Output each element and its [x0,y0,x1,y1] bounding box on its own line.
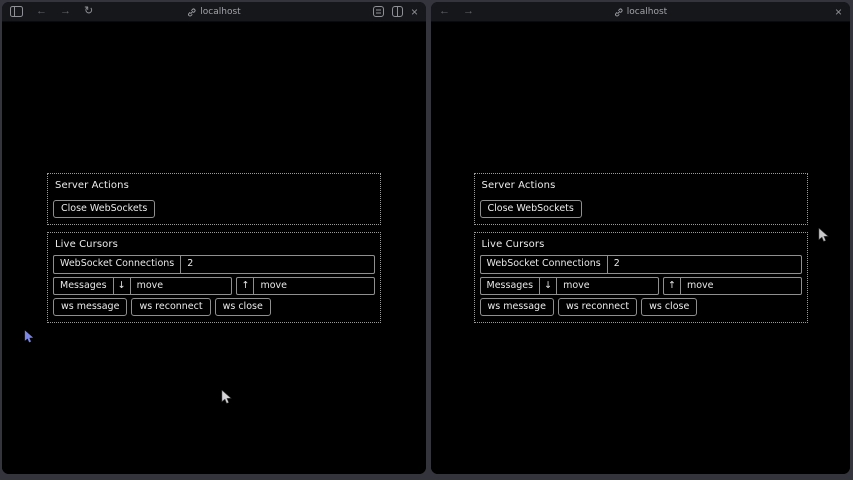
reload-icon[interactable]: ↻ [84,6,93,17]
ws-reconnect-button[interactable]: ws reconnect [558,298,637,316]
page-title: localhost [200,7,240,17]
forward-icon[interactable]: → [60,6,71,17]
close-icon[interactable]: × [835,6,842,18]
connections-row: WebSocket Connections 2 [53,255,375,273]
server-actions-section: Server Actions Close WebSockets [474,173,808,225]
forward-icon[interactable]: → [463,6,474,17]
ws-reconnect-button[interactable]: ws reconnect [131,298,210,316]
up-arrow-icon: ↑ [237,278,254,294]
last-sent-message: move [681,278,801,294]
browser-window-left: ← → ↻ localhost [2,2,426,474]
down-arrow-icon: ↓ [540,278,557,294]
page-content-right: Server Actions Close WebSockets Live Cur… [431,22,850,474]
window-controls-left: × [373,6,418,18]
ws-close-button[interactable]: ws close [215,298,271,316]
panel-stack: Server Actions Close WebSockets Live Cur… [47,173,381,324]
back-icon[interactable]: ← [439,6,450,17]
ws-message-button[interactable]: ws message [480,298,554,316]
page-title: localhost [627,7,667,17]
window-controls-right: × [835,6,842,18]
messages-label: Messages [54,278,114,294]
back-icon[interactable]: ← [36,6,47,17]
link-icon [187,8,196,17]
ws-close-button[interactable]: ws close [641,298,697,316]
sidebar-toggle-icon[interactable] [10,6,23,17]
close-icon[interactable]: × [411,6,418,18]
connections-value: 2 [181,256,374,272]
nav-controls-left: ← → ↻ [10,6,93,17]
titlebar-left: ← → ↻ localhost [2,2,426,22]
live-cursors-section: Live Cursors WebSocket Connections 2 Mes… [47,232,381,323]
reader-list-icon[interactable] [373,6,384,17]
connections-label: WebSocket Connections [54,256,181,272]
connections-row: WebSocket Connections 2 [480,255,802,273]
section-legend: Live Cursors [482,239,802,250]
ws-message-button[interactable]: ws message [53,298,127,316]
down-arrow-icon: ↓ [114,278,131,294]
nav-controls-right: ← → [439,6,474,17]
section-legend: Live Cursors [55,239,375,250]
section-legend: Server Actions [55,180,375,191]
messages-sent-box: ↑ move [236,277,375,295]
address-title[interactable]: localhost [187,2,240,22]
messages-received-box: Messages ↓ move [53,277,232,295]
link-icon [614,8,623,17]
close-websockets-button[interactable]: Close WebSockets [480,200,582,218]
connections-value: 2 [608,256,801,272]
live-cursors-section: Live Cursors WebSocket Connections 2 Mes… [474,232,808,323]
up-arrow-icon: ↑ [664,278,681,294]
page-content-left: Server Actions Close WebSockets Live Cur… [2,22,426,474]
last-received-message: move [131,278,232,294]
messages-received-box: Messages ↓ move [480,277,659,295]
section-legend: Server Actions [482,180,802,191]
panel-stack: Server Actions Close WebSockets Live Cur… [474,173,808,324]
titlebar-right: ← → localhost × [431,2,850,22]
last-sent-message: move [254,278,374,294]
server-actions-section: Server Actions Close WebSockets [47,173,381,225]
browser-window-right: ← → localhost × Server Actions Close Web… [431,2,850,474]
messages-sent-box: ↑ move [663,277,802,295]
split-view-icon[interactable] [392,6,403,17]
messages-label: Messages [481,278,541,294]
close-websockets-button[interactable]: Close WebSockets [53,200,155,218]
connections-label: WebSocket Connections [481,256,608,272]
address-title[interactable]: localhost [614,2,667,22]
last-received-message: move [557,278,658,294]
